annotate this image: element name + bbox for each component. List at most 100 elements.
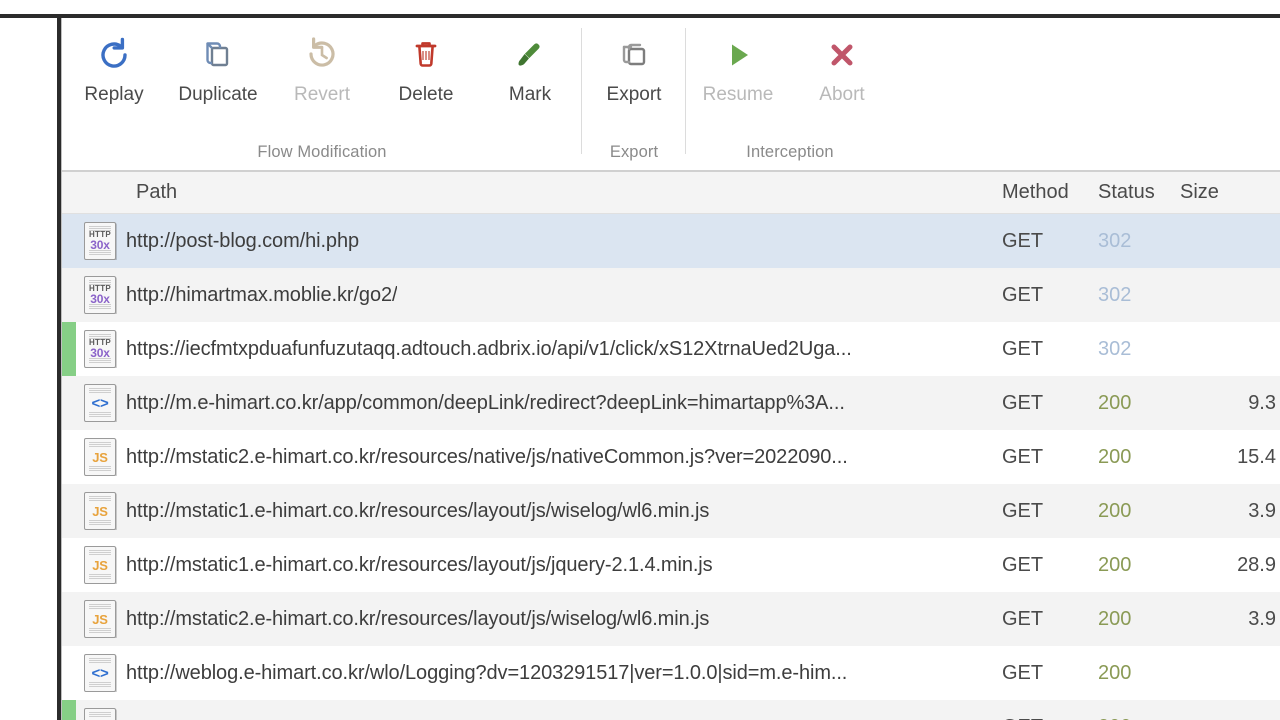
- table-row[interactable]: HTTP 30x http://himartmax.moblie.kr/go2/GE…: [62, 268, 1280, 322]
- table-row[interactable]: JS http://mstatic1.e-himart.co.kr/resourc…: [62, 538, 1280, 592]
- mark-button[interactable]: Mark: [478, 32, 582, 106]
- cell-status: 200: [1098, 391, 1132, 414]
- abort-button-label: Abort: [819, 84, 865, 105]
- ribbon-group-label: Interception: [746, 143, 834, 161]
- resume-button: Resume: [686, 32, 790, 106]
- table-row[interactable]: JS http://mstatic2.e-himart.co.kr/resourc…: [62, 430, 1280, 484]
- row-marker: [62, 322, 76, 376]
- column-header-method[interactable]: Method: [1002, 181, 1098, 204]
- path-text: http://mstatic2.e-himart.co.kr/resources…: [126, 607, 710, 630]
- cell-method: GET: [1002, 661, 1044, 684]
- ribbon-group-label: Export: [609, 143, 659, 161]
- table-row[interactable]: <> http://m.e-himart.co.kr/app/common/dee…: [62, 376, 1280, 430]
- js-icon: JS: [84, 708, 116, 720]
- code-icon: <>: [84, 654, 116, 692]
- revert-button-label: Revert: [294, 84, 350, 105]
- cell-path: JS http://mstatic2.e-himart.co.kr/resourc…: [76, 438, 1002, 476]
- cell-size: 3.9: [1248, 499, 1276, 522]
- row-marker: [62, 700, 76, 720]
- cell-status: 200: [1098, 445, 1132, 468]
- path-text: http://mstatic1.e-himart.co.kr/resources…: [126, 499, 710, 522]
- cell-status: 302: [1098, 283, 1132, 306]
- revert-button: Revert: [270, 32, 374, 106]
- cell-method: GET: [1002, 283, 1044, 306]
- cell-method: GET: [1002, 229, 1044, 252]
- js-icon: JS: [84, 546, 116, 584]
- export-button-label: Export: [606, 84, 662, 105]
- cell-path: HTTP 30x http://post-blog.com/hi.php: [76, 222, 1002, 260]
- ribbon-group-buttons: Resume Abort: [686, 18, 894, 106]
- mark-icon: [510, 32, 550, 78]
- row-marker: [62, 538, 76, 592]
- ribbon-group-export: Export Export: [582, 18, 686, 170]
- path-text: https://iecfmtxpduafunfuzutaqq.adtouch.a…: [126, 337, 852, 360]
- cell-path: <> http://m.e-himart.co.kr/app/common/dee…: [76, 384, 1002, 422]
- row-marker: [62, 214, 76, 268]
- ribbon-group-buttons: Export: [582, 18, 686, 106]
- delete-button-label: Delete: [398, 84, 454, 105]
- cell-method: GET: [1002, 607, 1044, 630]
- column-header-status[interactable]: Status: [1098, 181, 1180, 204]
- column-header-path[interactable]: Path: [76, 181, 1002, 204]
- row-marker: [62, 430, 76, 484]
- resume-icon: [718, 32, 758, 78]
- cell-status: 302: [1098, 337, 1132, 360]
- mark-button-label: Mark: [508, 84, 552, 105]
- cell-size: 28.9: [1237, 553, 1276, 576]
- cell-status: 200: [1098, 716, 1180, 720]
- cell-path: HTTP 30x https://iecfmtxpduafunfuzutaqq.ad…: [76, 330, 1002, 368]
- revert-icon: [302, 32, 342, 78]
- table-row[interactable]: HTTP 30x https://iecfmtxpduafunfuzutaqq.ad…: [62, 322, 1280, 376]
- cell-path: JS http://mstatic2.e-himart.co.kr/resourc…: [76, 600, 1002, 638]
- row-marker: [62, 376, 76, 430]
- duplicate-button-label: Duplicate: [178, 84, 258, 105]
- cell-status: 200: [1098, 607, 1132, 630]
- path-text: http://m.e-himart.co.kr/app/common/deepL…: [126, 391, 845, 414]
- table-row[interactable]: JS http://mstatic2.e-himart.co.kr/resourc…: [62, 592, 1280, 646]
- cell-method: GET: [1002, 553, 1044, 576]
- replay-button[interactable]: Replay: [62, 32, 166, 106]
- cell-size: 3.9: [1248, 607, 1276, 630]
- export-button[interactable]: Export: [582, 32, 686, 106]
- main-panel: Replay Duplicate Revert Delete Mark Flow Modi…: [62, 18, 1280, 720]
- cell-status: 200: [1098, 499, 1132, 522]
- replay-icon: [94, 32, 134, 78]
- path-text: http://mstatic1.e-himart.co.kr/resources…: [126, 553, 713, 576]
- code-icon: <>: [84, 384, 116, 422]
- path-text: http://himartmax.moblie.kr/go2/: [126, 283, 398, 306]
- cell-size: 15.4: [1237, 445, 1276, 468]
- row-marker: [62, 646, 76, 700]
- table-row[interactable]: <> http://weblog.e-himart.co.kr/wlo/Loggi…: [62, 646, 1280, 700]
- cell-status: 200: [1098, 553, 1132, 576]
- resume-button-label: Resume: [702, 84, 774, 105]
- delete-icon: [406, 32, 446, 78]
- delete-button[interactable]: Delete: [374, 32, 478, 106]
- path-text: http://post-blog.com/hi.php: [126, 229, 359, 252]
- duplicate-button[interactable]: Duplicate: [166, 32, 270, 106]
- ribbon-toolbar: Replay Duplicate Revert Delete Mark Flow Modi…: [62, 18, 1280, 172]
- cell-method: GET: [1002, 499, 1044, 522]
- cell-path: <> http://weblog.e-himart.co.kr/wlo/Loggi…: [76, 654, 1002, 692]
- js-icon: JS: [84, 438, 116, 476]
- flow-table-body: HTTP 30x http://post-blog.com/hi.php GET 302…: [62, 214, 1280, 720]
- cell-method: GET: [1002, 337, 1044, 360]
- table-row[interactable]: JS GET200: [62, 700, 1280, 720]
- ribbon-group-label: Flow Modification: [257, 143, 387, 161]
- path-text: http://weblog.e-himart.co.kr/wlo/Logging…: [126, 661, 848, 684]
- row-marker: [62, 268, 76, 322]
- ribbon-group-buttons: Replay Duplicate Revert Delete Mark: [62, 18, 582, 106]
- js-icon: JS: [84, 492, 116, 530]
- cell-path: JS http://mstatic1.e-himart.co.kr/resourc…: [76, 492, 1002, 530]
- fiddler-window: Replay Duplicate Revert Delete Mark Flow Modi…: [0, 0, 1280, 720]
- ribbon-group-flow-modification: Replay Duplicate Revert Delete Mark Flow Modi…: [62, 18, 582, 170]
- flow-table-header: Path Method Status Size: [62, 172, 1280, 214]
- path-text: http://mstatic2.e-himart.co.kr/resources…: [126, 445, 848, 468]
- cell-path: JS http://mstatic1.e-himart.co.kr/resourc…: [76, 546, 1002, 584]
- table-row[interactable]: JS http://mstatic1.e-himart.co.kr/resourc…: [62, 484, 1280, 538]
- cell-method: GET: [1002, 445, 1044, 468]
- js-icon: JS: [84, 600, 116, 638]
- table-row[interactable]: HTTP 30x http://post-blog.com/hi.php GET 302: [62, 214, 1280, 268]
- replay-button-label: Replay: [84, 84, 144, 105]
- column-header-size[interactable]: Size: [1180, 181, 1280, 204]
- cell-path: JS: [76, 708, 1002, 720]
